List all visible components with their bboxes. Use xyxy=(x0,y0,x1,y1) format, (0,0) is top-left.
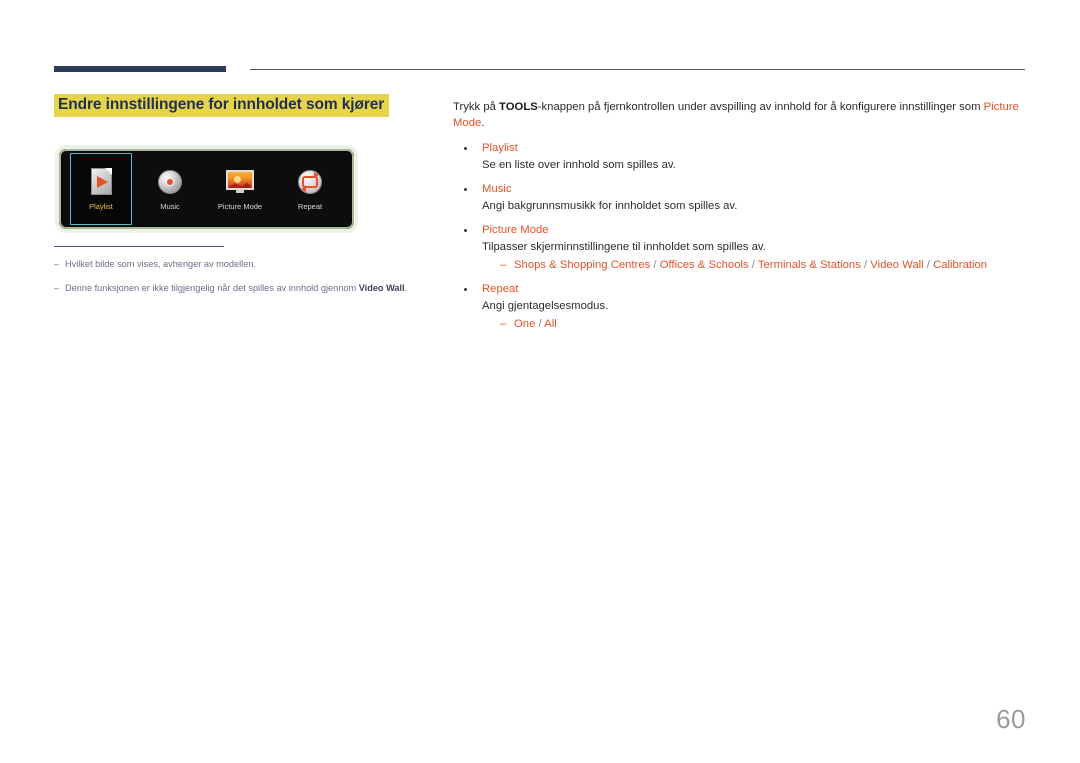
osd-item-repeat[interactable]: Repeat xyxy=(275,153,345,225)
left-column: Endre innstillingene for innholdet som k… xyxy=(54,94,434,117)
footnote-text: Denne funksjonen er ikke tilgjengelig nå… xyxy=(65,282,407,295)
option-separator: / xyxy=(860,259,871,271)
bullet-description: Se en liste over innhold som spilles av. xyxy=(482,159,676,171)
bullet-title: Repeat xyxy=(482,283,519,295)
option-value: All xyxy=(544,318,557,330)
intro-tail: . xyxy=(481,117,485,129)
osd-item-playlist[interactable]: Playlist xyxy=(70,153,132,225)
header-thick-rule xyxy=(54,66,226,72)
page-header-rules xyxy=(0,0,1080,80)
osd-item-picture-mode[interactable]: Picture Mode xyxy=(205,153,275,225)
option-value: Calibration xyxy=(933,259,988,271)
option-separator: / xyxy=(650,259,660,271)
option-value: Shops & Shopping Centres xyxy=(514,259,651,271)
bullet-sub-options: ‒ Shops & Shopping Centres / Offices & S… xyxy=(482,257,1025,273)
footnote-dash: ‒ xyxy=(54,283,60,293)
intro-bold-tools: TOOLS xyxy=(499,101,538,113)
footnote-text: Hvilket bilde som vises, avhenger av mod… xyxy=(65,259,256,269)
footnote-text-before: Denne funksjonen er ikke tilgjengelig nå… xyxy=(65,283,359,293)
intro-paragraph: Trykk på TOOLS-knappen på fjernkontrolle… xyxy=(453,99,1025,131)
right-column: Trykk på TOOLS-knappen på fjernkontrolle… xyxy=(453,99,1025,340)
option-separator: / xyxy=(535,318,545,330)
list-item: Music Angi bakgrunnsmusikk for innholdet… xyxy=(453,181,1025,214)
bullet-description: Angi gjentagelsesmodus. xyxy=(482,300,609,312)
osd-item-music-label: Music xyxy=(160,202,180,211)
list-item: Repeat Angi gjentagelsesmodus. ‒ One / A… xyxy=(453,281,1025,332)
repeat-loop-icon xyxy=(295,167,325,197)
option-value: Terminals & Stations xyxy=(757,259,861,271)
header-thin-rule xyxy=(250,69,1025,70)
sub-options-list: Shops & Shopping Centres / Offices & Sch… xyxy=(514,257,987,273)
picture-mode-tv-icon xyxy=(225,167,255,197)
page-number: 60 xyxy=(996,704,1026,734)
option-separator: / xyxy=(923,259,934,271)
bullet-title: Picture Mode xyxy=(482,224,549,236)
sub-options-list: One / All xyxy=(514,316,557,332)
option-value: One xyxy=(514,318,536,330)
playlist-page-play-icon xyxy=(86,167,116,197)
intro-lead: Trykk på xyxy=(453,101,500,113)
osd-item-picture-mode-label: Picture Mode xyxy=(217,202,263,211)
list-item: Picture Mode Tilpasser skjerminnstilling… xyxy=(453,222,1025,273)
osd-toolbar-strip: Playlist Music Picture Mode Repeat xyxy=(63,153,350,225)
osd-item-playlist-label: Playlist xyxy=(89,202,113,211)
footnote-item: ‒ Hvilket bilde som vises, avhenger av m… xyxy=(54,258,434,271)
footnotes: ‒ Hvilket bilde som vises, avhenger av m… xyxy=(54,246,434,306)
list-item: Playlist Se en liste over innhold som sp… xyxy=(453,140,1025,173)
osd-item-repeat-label: Repeat xyxy=(297,202,323,211)
sub-dash: ‒ xyxy=(500,259,507,271)
footnote-text-after: . xyxy=(404,283,408,293)
page-title: Endre innstillingene for innholdet som k… xyxy=(54,94,390,117)
footnote-item: ‒ Denne funksjonen er ikke tilgjengelig … xyxy=(54,282,434,295)
option-value: Offices & Schools xyxy=(659,259,749,271)
footnote-dash: ‒ xyxy=(54,259,60,269)
settings-bullet-list: Playlist Se en liste over innhold som sp… xyxy=(453,140,1025,332)
option-separator: / xyxy=(748,259,758,271)
bullet-description: Angi bakgrunnsmusikk for innholdet som s… xyxy=(482,200,738,212)
bullet-sub-options: ‒ One / All xyxy=(482,316,1025,332)
osd-toolbar-inner-frame: Playlist Music Picture Mode Repeat xyxy=(59,149,354,229)
music-cd-disc-icon xyxy=(155,167,185,197)
bullet-description: Tilpasser skjerminnstillingene til innho… xyxy=(482,241,766,253)
bullet-title: Playlist xyxy=(482,142,518,154)
osd-item-music[interactable]: Music xyxy=(135,153,205,225)
footnotes-separator xyxy=(54,246,224,247)
bullet-title: Music xyxy=(482,183,512,195)
option-value: Video Wall xyxy=(870,259,924,271)
sub-dash: ‒ xyxy=(500,318,507,330)
osd-toolbar-figure: Playlist Music Picture Mode Repeat xyxy=(55,145,358,233)
intro-mid: -knappen på fjernkontrollen under avspil… xyxy=(537,101,984,113)
footnote-bold-term: Video Wall xyxy=(358,283,405,293)
